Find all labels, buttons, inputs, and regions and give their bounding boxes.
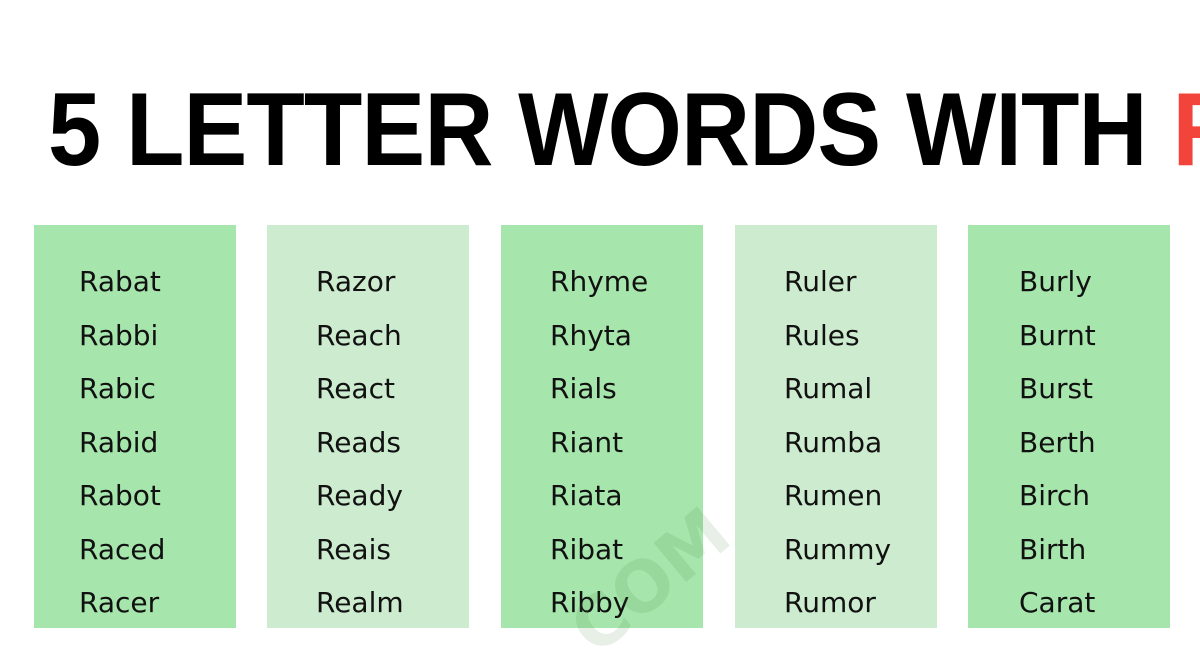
word-item: Rabat bbox=[79, 265, 161, 298]
word-item: Burst bbox=[1019, 372, 1094, 405]
word-item: Reais bbox=[316, 532, 391, 566]
word-item: Rabot bbox=[79, 479, 161, 512]
word-item: Rhyme bbox=[550, 265, 649, 298]
word-item: Riata bbox=[550, 479, 623, 512]
word-item: Rials bbox=[550, 372, 617, 405]
word-item: Rabid bbox=[79, 425, 159, 459]
word-item: Reach bbox=[316, 318, 402, 352]
word-item: Razor bbox=[316, 265, 396, 298]
word-column-2: Razor Reach React Reads Ready Reais Real… bbox=[267, 225, 469, 628]
word-item: Berth bbox=[1019, 425, 1096, 459]
word-item: React bbox=[316, 372, 395, 405]
word-item: Burnt bbox=[1019, 318, 1096, 352]
page-title: 5 LETTER WORDS WITH R bbox=[48, 78, 1200, 182]
word-item: Rumal bbox=[784, 372, 873, 405]
word-item: Realm bbox=[316, 586, 404, 619]
word-item: Rumen bbox=[784, 479, 883, 512]
word-item: Carat bbox=[1019, 586, 1096, 619]
word-item: Rumor bbox=[784, 586, 876, 619]
title-text: 5 LETTER WORDS WITH bbox=[48, 72, 1173, 188]
word-item: Riant bbox=[550, 425, 624, 459]
word-item: Rhyta bbox=[550, 318, 632, 352]
word-item: Birch bbox=[1019, 479, 1091, 512]
word-item: Rabbi bbox=[79, 318, 159, 352]
word-item: Raced bbox=[79, 532, 166, 566]
word-item: Reads bbox=[316, 425, 401, 459]
word-column-1: Rabat Rabbi Rabic Rabid Rabot Raced Race… bbox=[34, 225, 236, 628]
word-item: Rules bbox=[784, 318, 860, 352]
word-item: Ready bbox=[316, 479, 403, 512]
word-item: Birth bbox=[1019, 532, 1087, 566]
word-item: Racer bbox=[79, 586, 160, 619]
word-item: Rabic bbox=[79, 372, 156, 405]
word-item: Rumba bbox=[784, 425, 883, 459]
word-item: Rummy bbox=[784, 532, 892, 566]
title-accent-letter: R bbox=[1172, 72, 1200, 188]
word-column-4: Ruler Rules Rumal Rumba Rumen Rummy Rumo… bbox=[735, 225, 937, 628]
word-column-5: Burly Burnt Burst Berth Birch Birth Cara… bbox=[968, 225, 1170, 628]
word-item: Burly bbox=[1019, 265, 1092, 298]
word-item: Ruler bbox=[784, 265, 857, 298]
